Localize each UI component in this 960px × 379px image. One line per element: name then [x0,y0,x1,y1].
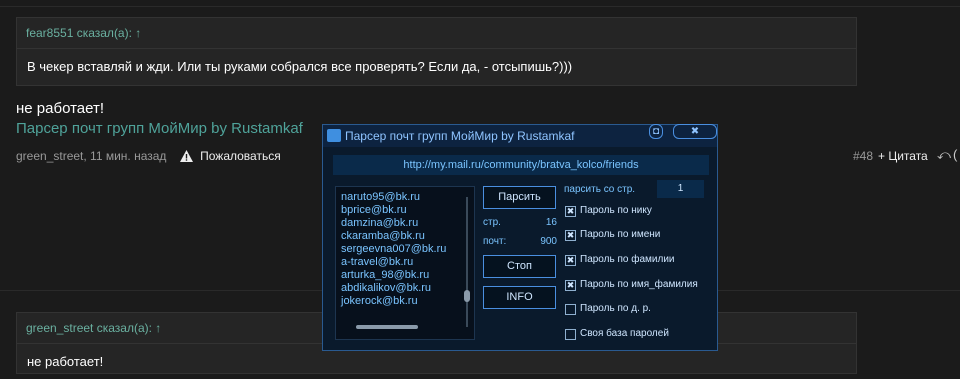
checkbox[interactable]: ✖ [565,255,576,266]
pages-value: 16 [545,217,557,228]
info-button[interactable]: INFO [483,286,556,309]
option-label: Пароль по д. р. [580,303,651,314]
stop-button[interactable]: Стоп [483,255,556,278]
from-page-label: парсить со стр. [564,184,636,195]
parser-window: Парсер почт групп МойМир by Rustamkaf ◘ … [322,124,718,351]
email-list[interactable]: naruto95@bk.ru bprice@bk.ru damzina@bk.r… [335,186,475,340]
option-label: Своя база паролей [580,328,669,339]
option-label: Пароль по имя_фамилия [580,279,698,290]
post-number[interactable]: #48 [853,149,873,163]
post-link[interactable]: Парсер почт групп МойМир by Rustamkaf [16,120,303,137]
checkbox[interactable]: ✖ [565,206,576,217]
list-item: ckaramba@bk.ru [341,230,425,242]
vertical-scrollbar[interactable] [466,197,468,327]
from-page-input[interactable]: 1 [657,180,704,198]
list-item: sergeevna007@bk.ru [341,243,447,255]
horizontal-scrollbar[interactable] [356,325,418,329]
minimize-icon[interactable]: ◘ [649,124,663,139]
pages-label: стр. [483,217,501,228]
vertical-scroll-thumb[interactable] [464,290,470,302]
checkbox[interactable]: ✖ [565,280,576,291]
post-author-time[interactable]: green_street, 11 мин. назад [16,149,166,163]
window-titlebar[interactable]: Парсер почт групп МойМир by Rustamkaf ◘ … [323,124,717,147]
quote-block-1: fear8551 сказал(а): ↑ В чекер вставляй и… [16,17,857,86]
quote-author-link[interactable]: fear8551 сказал(а): ↑ [17,18,856,49]
option-label: Пароль по фамилии [580,254,675,265]
reply-icon[interactable]: ⤺ [937,147,951,163]
warning-icon [179,150,193,162]
list-item: jokerock@bk.ru [341,295,418,307]
quote-text: В чекер вставляй и жди. Или ты руками со… [27,59,573,74]
list-item: abdikalikov@bk.ru [341,282,432,294]
app-icon [327,129,341,142]
top-divider [0,6,960,7]
post-text: не работает! [16,100,105,117]
mails-label: почт: [483,236,507,247]
list-item: a-travel@bk.ru [341,256,414,268]
list-item: damzina@bk.ru [341,217,419,229]
list-item: naruto95@bk.ru [341,191,421,203]
more-icon[interactable]: ( [953,147,957,162]
parse-button[interactable]: Парсить [483,186,556,209]
list-item: bprice@bk.ru [341,204,407,216]
window-title: Парсер почт групп МойМир by Rustamkaf [345,129,575,143]
checkbox[interactable] [565,329,576,340]
list-item: arturka_98@bk.ru [341,269,430,281]
mails-value: 900 [540,236,557,247]
report-button[interactable]: Пожаловаться [179,149,281,163]
url-field[interactable]: http://my.mail.ru/community/bratva_kolco… [333,155,709,175]
post-meta: green_street, 11 мин. назад Пожаловаться [16,149,281,163]
checkbox[interactable]: ✖ [565,230,576,241]
option-label: Пароль по имени [580,229,661,240]
close-icon[interactable]: ✖ [673,124,717,139]
report-label: Пожаловаться [200,149,281,163]
checkbox[interactable] [565,304,576,315]
quote-button[interactable]: + Цитата [878,149,928,163]
option-label: Пароль по нику [580,205,652,216]
